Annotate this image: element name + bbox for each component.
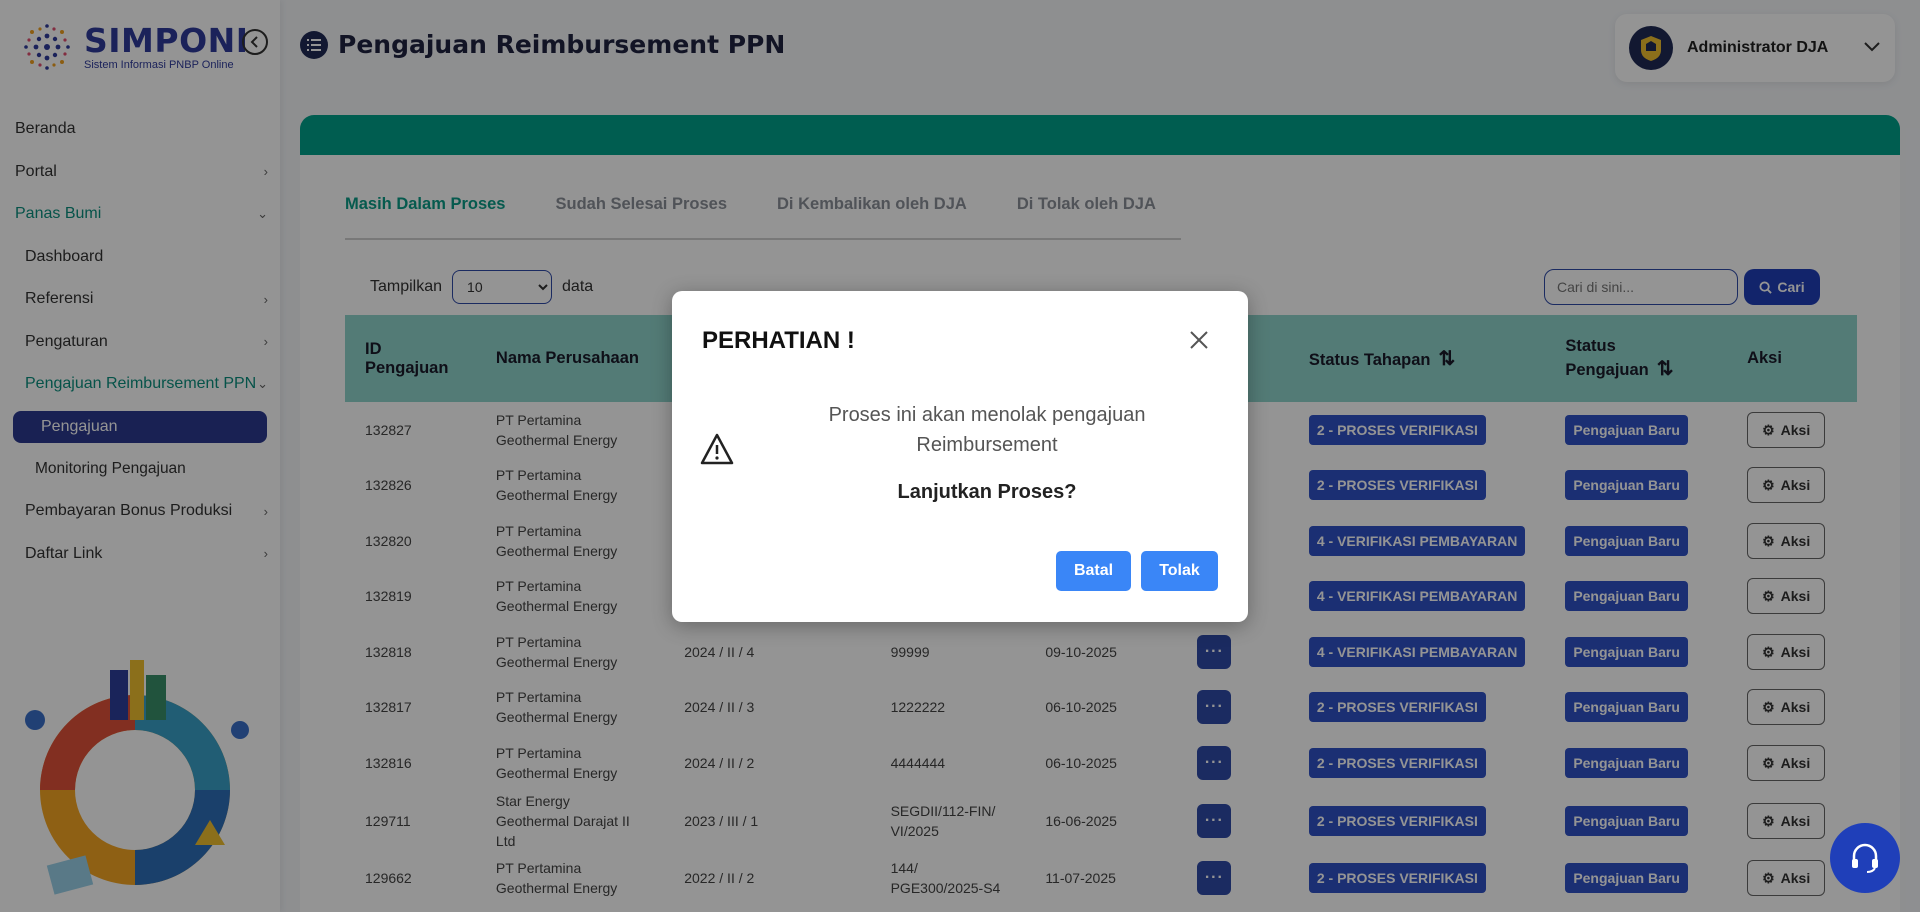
help-chat-button[interactable]	[1830, 823, 1900, 893]
warning-icon	[700, 433, 734, 465]
confirm-modal: PERHATIAN ! Proses ini akan menolak peng…	[672, 291, 1248, 622]
cancel-button[interactable]: Batal	[1056, 551, 1131, 591]
headset-icon	[1852, 843, 1878, 873]
modal-message: Proses ini akan menolak pengajuan Reimbu…	[828, 404, 1146, 456]
modal-title: PERHATIAN !	[702, 327, 855, 354]
modal-question: Lanjutkan Proses?	[897, 481, 1077, 503]
close-icon[interactable]	[1188, 329, 1210, 351]
reject-button[interactable]: Tolak	[1141, 551, 1218, 591]
